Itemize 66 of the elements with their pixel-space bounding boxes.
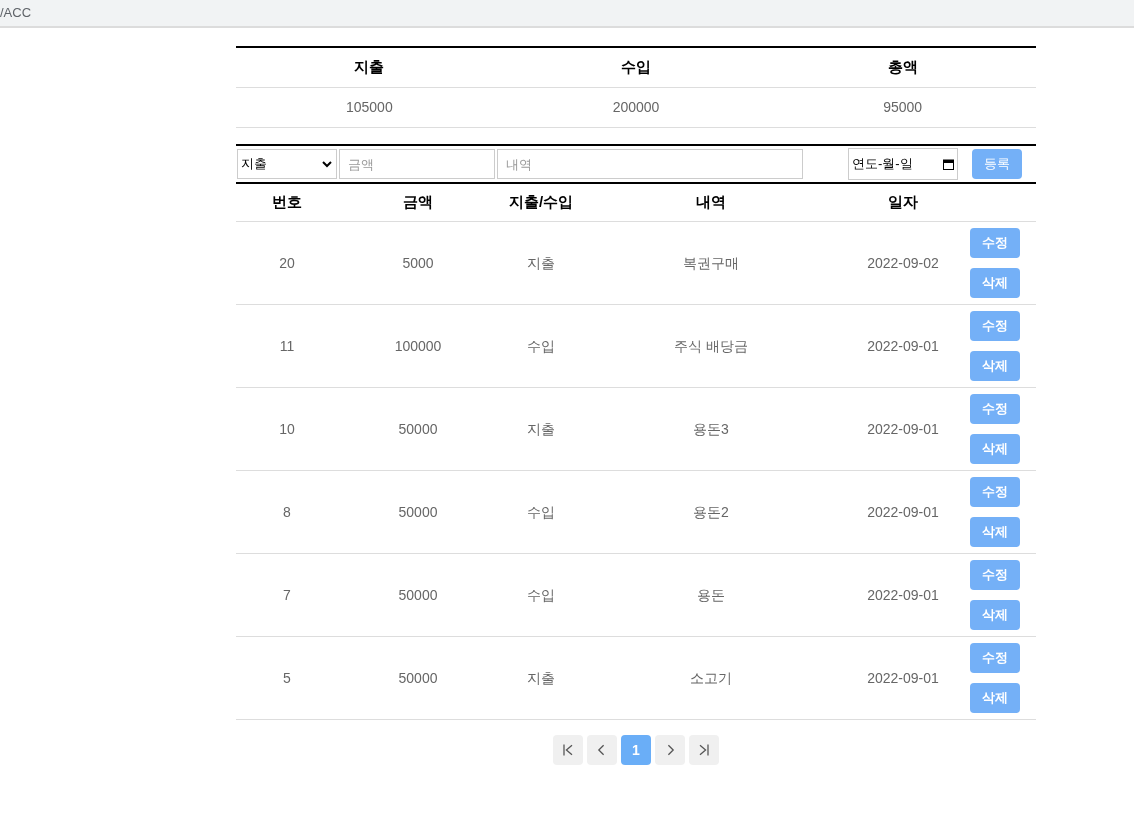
table-cell-text: 105000 (344, 98, 394, 117)
table-cell-text: 용돈2 (692, 502, 730, 522)
table-cell-text: 200000 (611, 98, 661, 117)
table-cell-text: 2022-09-01 (866, 585, 940, 605)
table-cell-text: 지출 (526, 253, 556, 273)
table-cell-text: 7 (282, 585, 292, 605)
table-cell-text: 95000 (882, 98, 924, 117)
column-header: 지출 (353, 57, 386, 78)
table-cell-text: 8 (282, 502, 292, 522)
table-cell-text: 수입 (526, 585, 556, 605)
calendar-icon (943, 158, 954, 170)
table-cell-text: 11 (278, 336, 296, 356)
column-header: 일자 (887, 192, 919, 213)
column-header: 수입 (620, 57, 652, 78)
table-cell-text: 2022-09-01 (866, 336, 940, 356)
column-header: 총액 (886, 57, 919, 78)
edit-button[interactable]: 수정 (970, 311, 1020, 341)
table-cell-text: 지출 (526, 668, 556, 688)
table-cell-text: 50000 (397, 419, 439, 439)
delete-button[interactable]: 삭제 (970, 683, 1020, 713)
edit-button[interactable]: 수정 (970, 394, 1020, 424)
edit-button[interactable]: 수정 (970, 560, 1020, 590)
column-header: 금액 (402, 192, 434, 213)
url-text[interactable]: /ACC (0, 3, 32, 23)
description-field[interactable]: 내역 (497, 149, 803, 179)
table-cell-text: 5000 (401, 253, 435, 273)
table-cell-text: 복권구매 (682, 253, 740, 273)
table-cell-text: 수입 (526, 336, 556, 356)
table-cell-text: 주식 배당금 (673, 336, 749, 356)
table-cell-text: 2022-09-02 (866, 253, 940, 273)
delete-button[interactable]: 삭제 (970, 351, 1020, 381)
table-cell-text: 50000 (397, 585, 439, 605)
table-cell-text: 2022-09-01 (866, 419, 940, 439)
last-page-button[interactable] (689, 735, 719, 765)
prev-page-button[interactable] (587, 735, 617, 765)
type-select[interactable]: 지출 (237, 149, 337, 179)
chevron-down-icon (321, 158, 333, 170)
table-cell-text: 2022-09-01 (866, 668, 940, 688)
date-field[interactable]: 연도-월-일 (848, 148, 958, 180)
delete-button[interactable]: 삭제 (970, 600, 1020, 630)
delete-button[interactable]: 삭제 (970, 268, 1020, 298)
delete-button[interactable]: 삭제 (970, 434, 1020, 464)
table-cell-text: 지출 (526, 419, 556, 439)
amount-field[interactable]: 금액 (339, 149, 495, 179)
table-cell-text: 50000 (397, 668, 439, 688)
next-page-button[interactable] (655, 735, 685, 765)
table-cell-text: 용돈 (696, 585, 726, 605)
table-cell-text: 50000 (397, 502, 439, 522)
table-cell-text: 20 (278, 253, 296, 273)
table-cell-text: 2022-09-01 (866, 502, 940, 522)
table-cell-text: 100000 (393, 336, 443, 356)
table-cell-text: 수입 (526, 502, 556, 522)
column-header: 내역 (695, 192, 727, 213)
column-header: 번호 (271, 192, 303, 213)
table-cell-text: 소고기 (689, 668, 733, 688)
edit-button[interactable]: 수정 (970, 228, 1020, 258)
edit-button[interactable]: 수정 (970, 477, 1020, 507)
column-header: 지출/수입 (507, 192, 575, 213)
edit-button[interactable]: 수정 (970, 643, 1020, 673)
delete-button[interactable]: 삭제 (970, 517, 1020, 547)
register-button[interactable]: 등록 (972, 149, 1022, 179)
first-page-button[interactable] (553, 735, 583, 765)
page-number-button[interactable]: 1 (621, 735, 651, 765)
table-cell-text: 10 (278, 419, 296, 439)
table-cell-text: 5 (282, 668, 292, 688)
table-cell-text: 용돈3 (692, 419, 730, 439)
